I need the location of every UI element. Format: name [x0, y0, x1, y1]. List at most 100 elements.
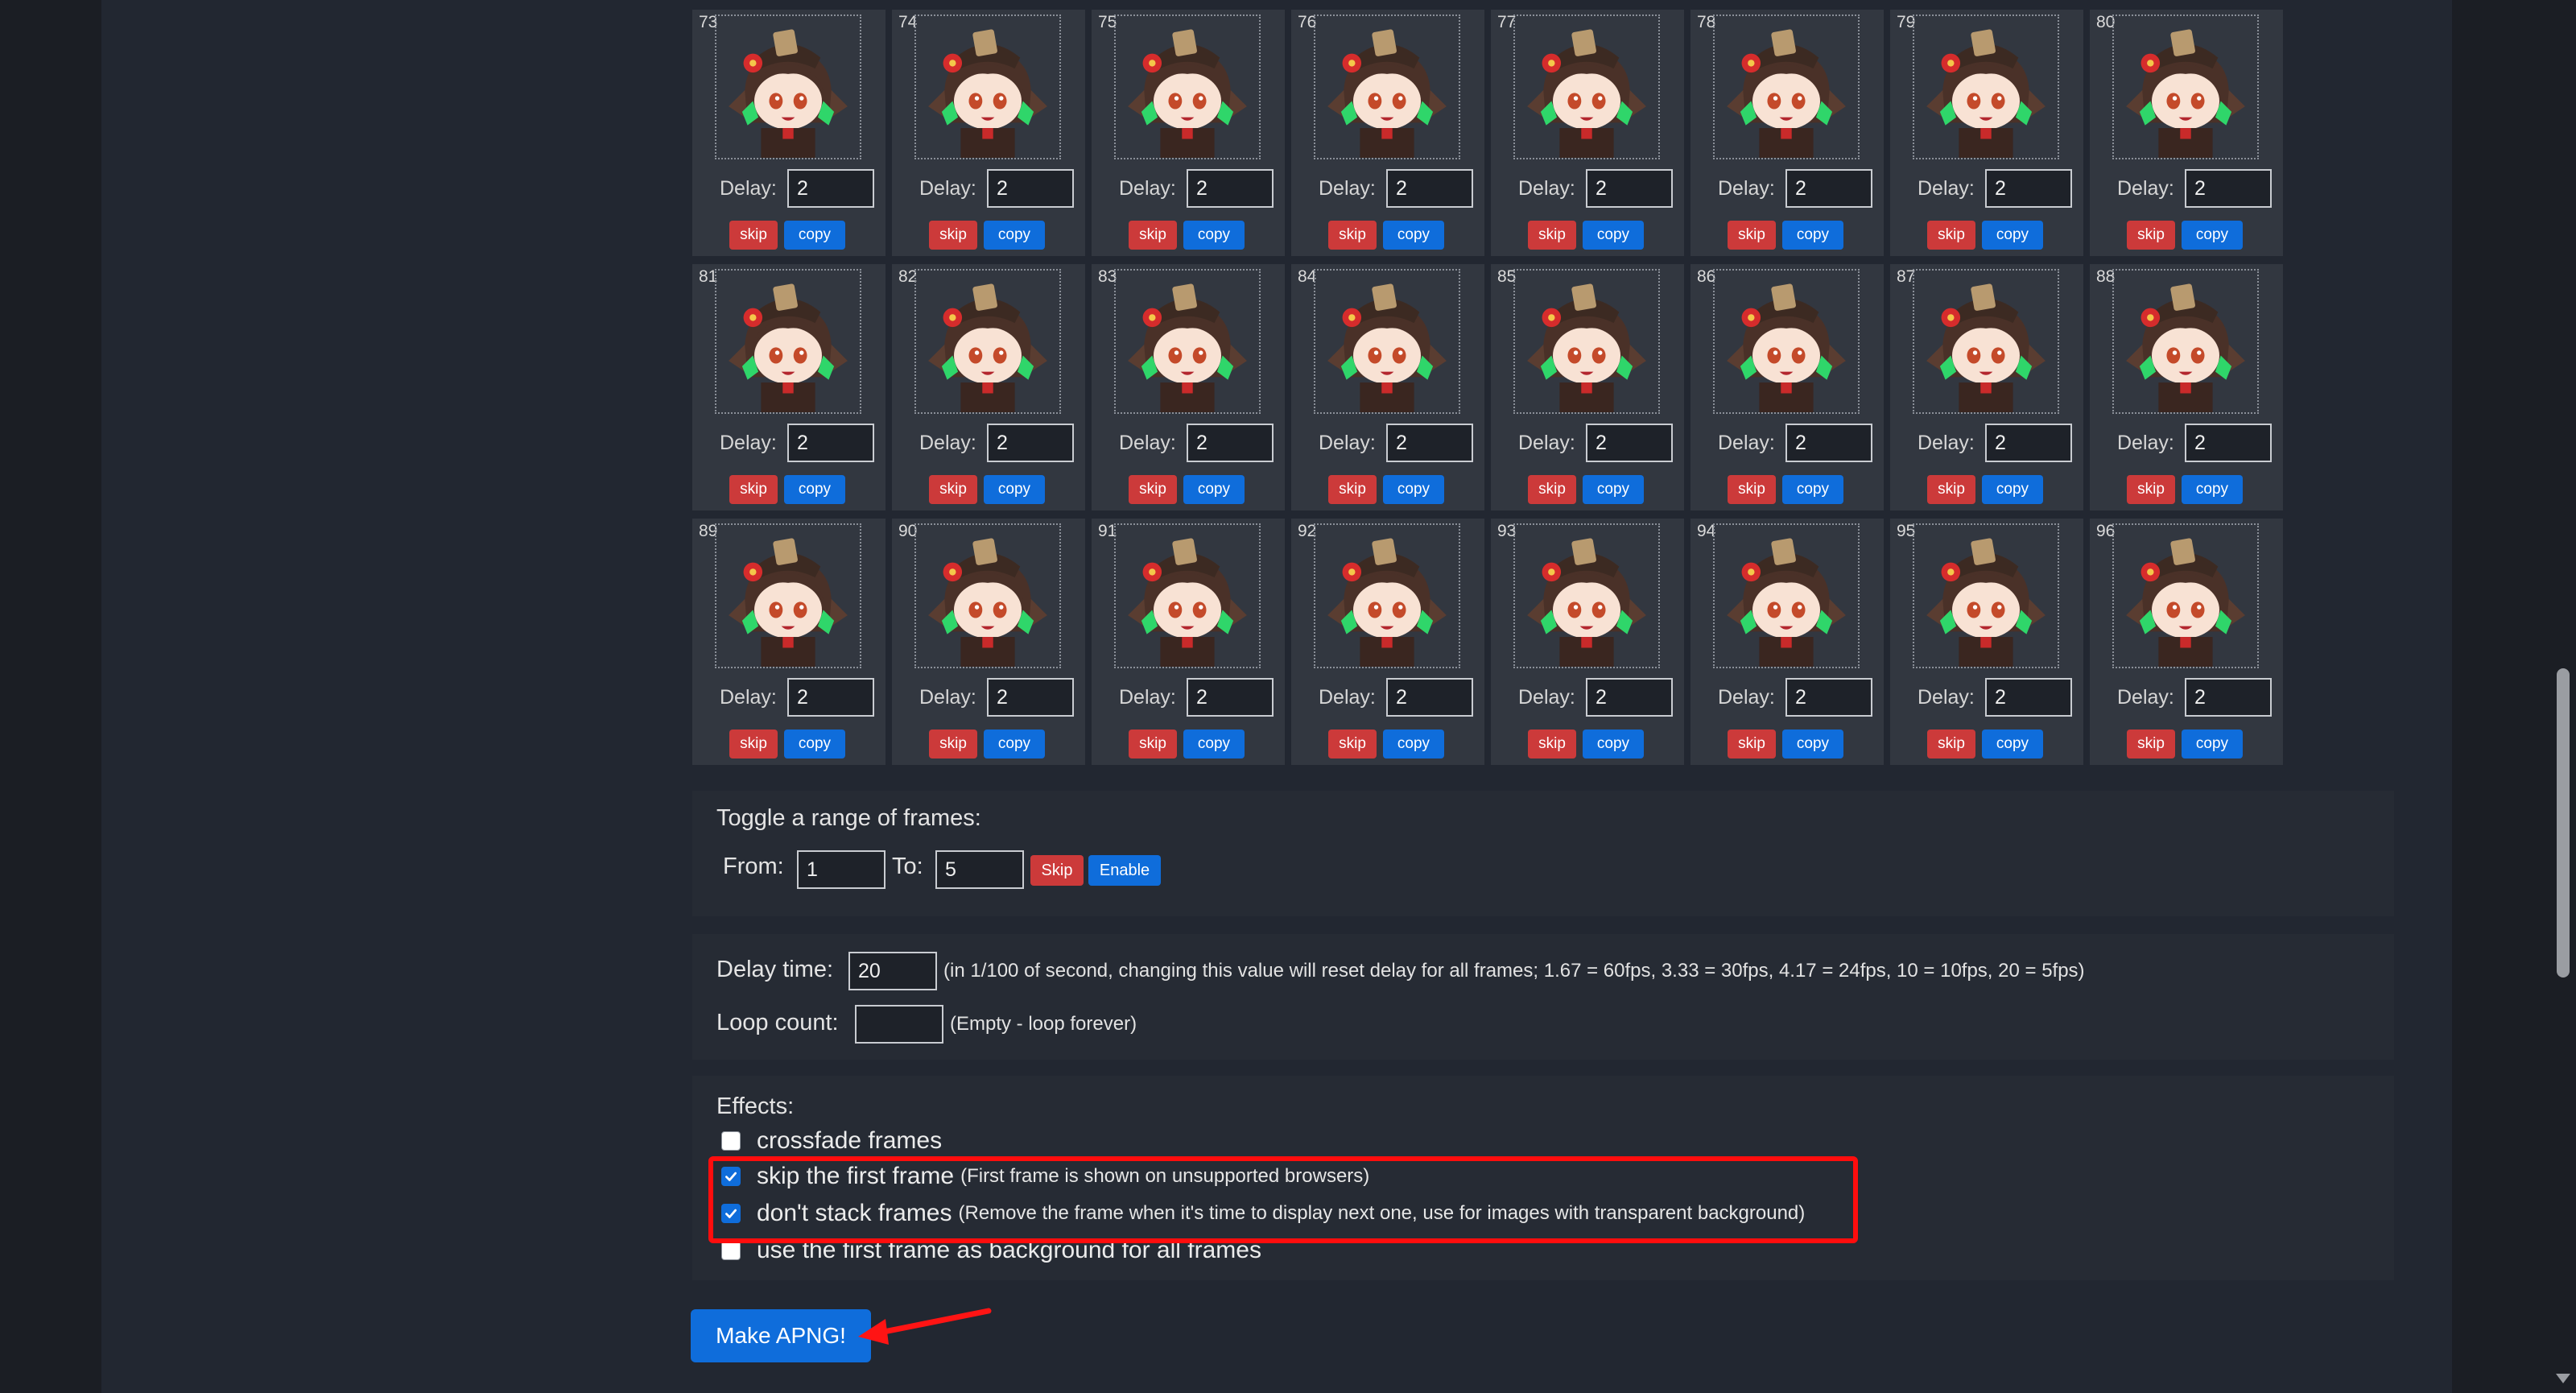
frame-delay-input[interactable] — [1386, 169, 1473, 208]
frame-delay-input[interactable] — [2185, 424, 2272, 462]
chibi-character-image — [1128, 283, 1247, 412]
frame-copy-button[interactable]: copy — [784, 730, 845, 759]
delay-label: Delay: — [1718, 177, 1775, 200]
frame-delay-input[interactable] — [2185, 169, 2272, 208]
frame-copy-button[interactable]: copy — [1383, 221, 1444, 250]
frame-delay-input[interactable] — [987, 678, 1074, 717]
range-skip-button[interactable]: Skip — [1030, 855, 1084, 886]
scrollbar-thumb[interactable] — [2557, 668, 2570, 978]
frame-copy-button[interactable]: copy — [984, 475, 1045, 504]
frame-delay-input[interactable] — [1985, 678, 2072, 717]
crossfade-checkbox[interactable] — [721, 1131, 741, 1151]
frame-skip-button[interactable]: skip — [1528, 221, 1576, 250]
frame-copy-button[interactable]: copy — [784, 221, 845, 250]
delay-label: Delay: — [2117, 177, 2174, 200]
frame-skip-button[interactable]: skip — [1129, 221, 1177, 250]
frame-copy-button[interactable]: copy — [2182, 730, 2243, 759]
frame-delay-input[interactable] — [787, 678, 874, 717]
frame-skip-button[interactable]: skip — [2127, 475, 2175, 504]
delay-label: Delay: — [1119, 686, 1176, 709]
frame-skip-button[interactable]: skip — [1927, 221, 1975, 250]
frame-copy-button[interactable]: copy — [1982, 221, 2043, 250]
frame-copy-button[interactable]: copy — [2182, 221, 2243, 250]
frame-copy-button[interactable]: copy — [1982, 475, 2043, 504]
frame-copy-button[interactable]: copy — [1583, 730, 1644, 759]
delay-label: Delay: — [1319, 177, 1376, 200]
frame-skip-button[interactable]: skip — [1927, 730, 1975, 759]
delay-label: Delay: — [1918, 686, 1975, 709]
loop-count-hint: (Empty - loop forever) — [950, 1013, 1137, 1035]
frame-delay-input[interactable] — [987, 424, 1074, 462]
frame-copy-button[interactable]: copy — [1183, 475, 1245, 504]
frame-delay-input[interactable] — [1586, 678, 1673, 717]
frame-thumbnail — [1114, 14, 1261, 159]
frame-copy-button[interactable]: copy — [1982, 730, 2043, 759]
frame-skip-button[interactable]: skip — [1328, 475, 1377, 504]
frame-copy-button[interactable]: copy — [984, 730, 1045, 759]
frame-copy-button[interactable]: copy — [1383, 730, 1444, 759]
range-from-input[interactable] — [797, 850, 886, 889]
delay-time-input[interactable] — [848, 952, 937, 990]
frame-skip-button[interactable]: skip — [729, 730, 778, 759]
frame-delay-input[interactable] — [787, 424, 874, 462]
frame-copy-button[interactable]: copy — [984, 221, 1045, 250]
frame-skip-button[interactable]: skip — [929, 730, 977, 759]
frame-delay-input[interactable] — [787, 169, 874, 208]
frame-skip-button[interactable]: skip — [1328, 730, 1377, 759]
frame-skip-button[interactable]: skip — [2127, 730, 2175, 759]
frame-card-84: 84 Delay: 2 skip copy — [1291, 264, 1484, 510]
frame-delay-input[interactable] — [1187, 424, 1274, 462]
frame-delay-input[interactable] — [1785, 169, 1872, 208]
frame-copy-button[interactable]: copy — [1583, 221, 1644, 250]
frame-delay-input[interactable] — [1586, 169, 1673, 208]
frame-copy-button[interactable]: copy — [1782, 475, 1843, 504]
frame-skip-button[interactable]: skip — [1528, 475, 1576, 504]
frame-delay-input[interactable] — [1187, 169, 1274, 208]
frame-skip-button[interactable]: skip — [929, 221, 977, 250]
frame-delay-input[interactable] — [1785, 678, 1872, 717]
frame-thumbnail — [2112, 269, 2259, 414]
scrollbar[interactable] — [2550, 0, 2576, 1393]
frame-thumbnail — [1314, 269, 1460, 414]
range-to-input[interactable] — [935, 850, 1024, 889]
scroll-down-arrow-icon[interactable] — [2556, 1374, 2570, 1383]
frame-delay-input[interactable] — [1985, 169, 2072, 208]
frame-skip-button[interactable]: skip — [1728, 221, 1776, 250]
frame-delay-input[interactable] — [1586, 424, 1673, 462]
loop-count-input[interactable] — [855, 1005, 943, 1044]
frame-skip-button[interactable]: skip — [1528, 730, 1576, 759]
frame-delay-input[interactable] — [987, 169, 1074, 208]
frame-skip-button[interactable]: skip — [729, 221, 778, 250]
chibi-character-image — [1727, 283, 1846, 412]
frame-copy-button[interactable]: copy — [1383, 475, 1444, 504]
frame-delay-input[interactable] — [2185, 678, 2272, 717]
first-frame-background-checkbox[interactable] — [721, 1241, 741, 1260]
frame-skip-button[interactable]: skip — [1927, 475, 1975, 504]
frame-delay-input[interactable] — [1785, 424, 1872, 462]
frame-copy-button[interactable]: copy — [1782, 730, 1843, 759]
frame-skip-button[interactable]: skip — [929, 475, 977, 504]
delay-label: Delay: — [1918, 177, 1975, 200]
frame-copy-button[interactable]: copy — [1183, 221, 1245, 250]
frame-skip-button[interactable]: skip — [1129, 730, 1177, 759]
effect-crossfade-row[interactable]: crossfade frames — [721, 1127, 942, 1155]
frame-copy-button[interactable]: copy — [1782, 221, 1843, 250]
range-enable-button[interactable]: Enable — [1088, 855, 1161, 886]
frame-copy-button[interactable]: copy — [784, 475, 845, 504]
frame-delay-input[interactable] — [1386, 424, 1473, 462]
frame-copy-button[interactable]: copy — [1583, 475, 1644, 504]
chibi-character-image — [928, 538, 1047, 667]
frame-skip-button[interactable]: skip — [1129, 475, 1177, 504]
make-apng-button[interactable]: Make APNG! — [691, 1309, 871, 1362]
frame-copy-button[interactable]: copy — [1183, 730, 1245, 759]
frame-skip-button[interactable]: skip — [1728, 730, 1776, 759]
frame-skip-button[interactable]: skip — [729, 475, 778, 504]
frame-delay-input[interactable] — [1187, 678, 1274, 717]
frame-copy-button[interactable]: copy — [2182, 475, 2243, 504]
frame-delay-input[interactable] — [1985, 424, 2072, 462]
frame-skip-button[interactable]: skip — [1728, 475, 1776, 504]
delay-label: Delay: — [919, 177, 976, 200]
frame-delay-input[interactable] — [1386, 678, 1473, 717]
frame-skip-button[interactable]: skip — [1328, 221, 1377, 250]
frame-skip-button[interactable]: skip — [2127, 221, 2175, 250]
